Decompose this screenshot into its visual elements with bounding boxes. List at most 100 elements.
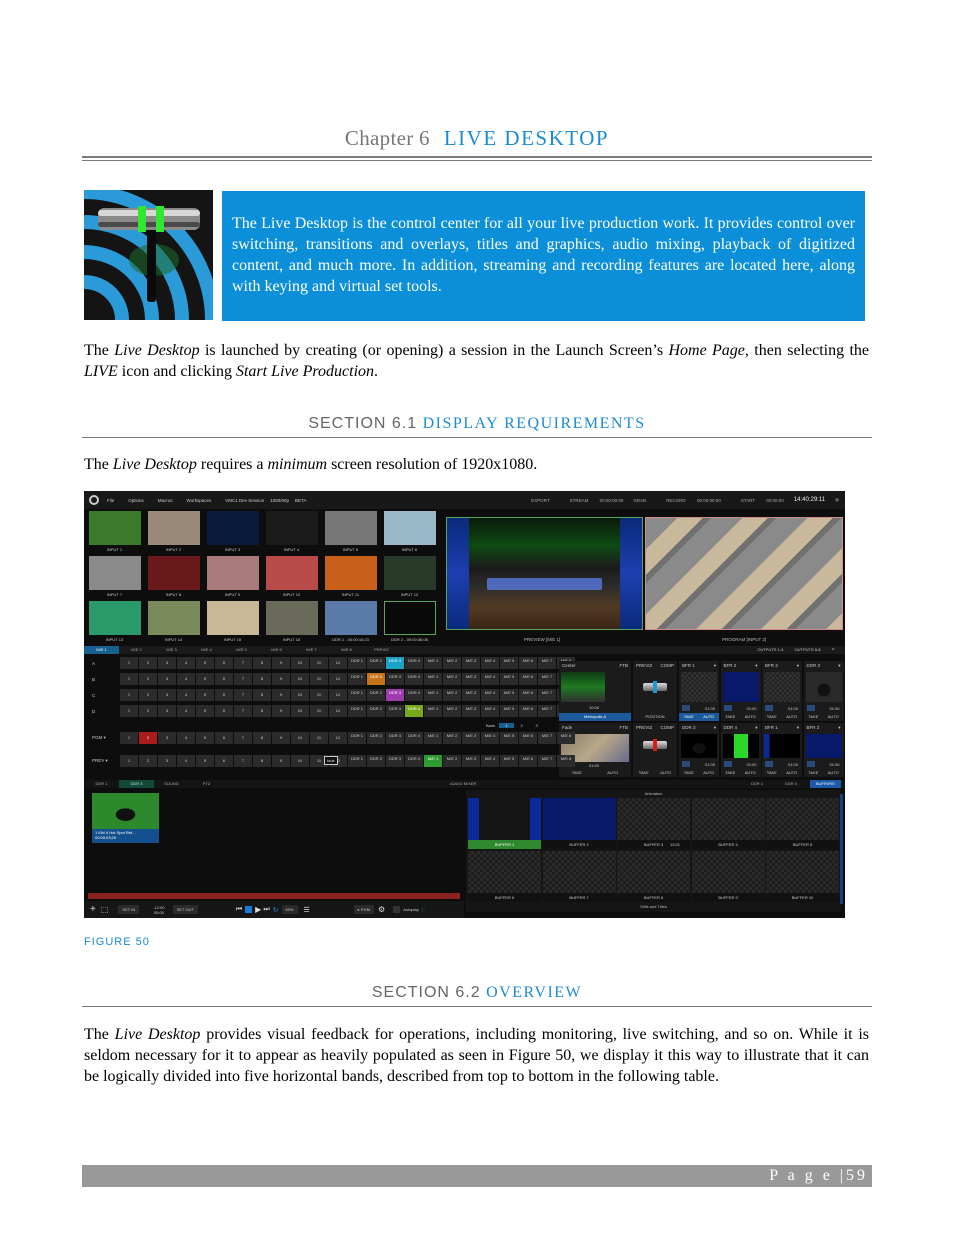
ddr-button[interactable]: DDR 3 <box>386 755 404 767</box>
input-button[interactable]: 10 <box>291 657 309 669</box>
input-button[interactable]: 5 <box>196 657 214 669</box>
input-button[interactable]: 1 <box>120 673 138 685</box>
me-button[interactable]: M/E 2 <box>443 732 461 744</box>
menu-macros[interactable]: Macros <box>158 498 173 503</box>
overlay-source-select[interactable]: DDR 3 <box>807 661 821 671</box>
ddr-button[interactable]: DDR 1 <box>348 755 366 767</box>
input-button[interactable]: 8 <box>253 732 271 744</box>
overlay-source-select[interactable]: BFR 2 <box>724 661 737 671</box>
multiview-cell[interactable]: INPUT 4 <box>264 511 319 555</box>
overlay-source-select[interactable]: BFR 1 <box>682 661 695 671</box>
multiview-cell[interactable]: INPUT 13 <box>87 601 142 645</box>
undo-icon[interactable]: ↶ <box>832 647 835 652</box>
input-button[interactable]: 10 <box>291 689 309 701</box>
input-button[interactable]: 8 <box>253 673 271 685</box>
multiview-cell[interactable]: INPUT 10 <box>264 556 319 600</box>
multiview-cell[interactable]: INPUT 6 <box>382 511 437 555</box>
me-button[interactable]: M/E 3 <box>462 705 480 717</box>
me-tab[interactable]: M/E 5 <box>224 646 259 654</box>
overlay-source-select[interactable]: BFR 2 <box>807 723 820 733</box>
overlay-rate[interactable]: 01:00 <box>788 762 798 767</box>
input-button[interactable]: 4 <box>177 705 195 717</box>
me-tab[interactable]: M/E 8 <box>329 646 364 654</box>
ddr-button[interactable]: DDR 1 <box>348 689 366 701</box>
input-button[interactable]: 2 <box>139 732 157 744</box>
me-button[interactable]: M/E 2 <box>443 657 461 669</box>
outputs-5-8-tab[interactable]: OUTPUTS 5-8 <box>795 647 821 652</box>
row-label[interactable]: A <box>92 661 120 666</box>
overlay-rate[interactable]: 01:00 <box>705 706 715 711</box>
input-button[interactable]: 7 <box>234 732 252 744</box>
buffer-slot[interactable]: BUFFER 1 <box>468 798 541 849</box>
me-button[interactable]: M/E 3 <box>462 657 480 669</box>
overlay-rate[interactable]: 01:00 <box>746 706 756 711</box>
input-button[interactable]: 1 <box>120 755 138 767</box>
ddr-button[interactable]: DDR 4 <box>405 689 423 701</box>
input-button[interactable]: 11 <box>310 689 328 701</box>
input-button[interactable]: 9 <box>272 689 290 701</box>
menu-file[interactable]: File <box>107 498 114 503</box>
me-button[interactable]: M/E 6 <box>519 673 537 685</box>
me-button[interactable]: M/E 2 <box>443 705 461 717</box>
overlay-source-select[interactable]: DDR 4 <box>724 723 738 733</box>
input-button[interactable]: 9 <box>272 705 290 717</box>
overlay-key-icon[interactable] <box>682 761 690 767</box>
buffer-slot[interactable]: BUFFER 4 <box>691 798 765 849</box>
me-button[interactable]: M/E 5 <box>500 673 518 685</box>
auto-button[interactable]: AUTO <box>745 713 756 721</box>
me-button[interactable]: M/E 1 <box>424 673 442 685</box>
me-button[interactable]: M/E 5 <box>500 689 518 701</box>
globe-icon[interactable]: ◍ <box>835 497 839 503</box>
me-button[interactable]: M/E 8 <box>557 755 575 767</box>
multiview-cell[interactable]: DDR 1 - 00:00:10;23 <box>323 601 378 645</box>
multiview-cell[interactable]: INPUT 8 <box>146 556 201 600</box>
tab-ddr1[interactable]: DDR 1 <box>84 780 119 788</box>
chevron-down-icon[interactable]: ▾ <box>797 661 799 671</box>
chevron-down-icon[interactable]: ▾ <box>714 723 716 733</box>
me-button[interactable]: M/E 7 <box>538 732 556 744</box>
overlay-key-icon[interactable] <box>765 705 773 711</box>
tab-ptz[interactable]: PTZ <box>189 780 224 788</box>
input-button[interactable]: 12 <box>329 705 347 717</box>
loop-icon[interactable]: ↻ <box>273 906 279 914</box>
ddr-button[interactable]: DDR 1 <box>348 673 366 685</box>
input-button[interactable]: 1 <box>120 657 138 669</box>
overlay-rate[interactable]: 01:00 <box>788 706 798 711</box>
input-button[interactable]: 11 <box>310 657 328 669</box>
ddr-clip[interactable]: 1 Kiki 4 Hot Spot Ref... 00:00:03;29 <box>92 793 159 843</box>
chevron-down-icon[interactable]: ▾ <box>838 661 840 671</box>
input-button[interactable]: 5 <box>196 673 214 685</box>
input-button[interactable]: 5 <box>196 732 214 744</box>
me-button[interactable]: M/E 1 <box>424 689 442 701</box>
ddr-button[interactable]: DDR 4 <box>405 732 423 744</box>
input-button[interactable]: 2 <box>139 689 157 701</box>
position-button[interactable]: POSITION <box>633 713 677 721</box>
auto-button[interactable]: AUTO <box>786 713 797 721</box>
input-button[interactable]: 9 <box>272 657 290 669</box>
input-button[interactable]: 3 <box>158 732 176 744</box>
row-label[interactable]: PREV ▾ <box>92 758 120 764</box>
me-button[interactable]: M/E 5 <box>500 732 518 744</box>
input-button[interactable]: 6 <box>215 689 233 701</box>
overlay-key-icon[interactable] <box>723 761 732 767</box>
input-button[interactable]: 10 <box>291 673 309 685</box>
take-button[interactable]: TAKE <box>684 713 694 721</box>
row-label[interactable]: B <box>92 677 120 682</box>
input-button[interactable]: 2 <box>139 657 157 669</box>
ddr-button[interactable]: DDR 2 <box>367 732 385 744</box>
buffer-slot[interactable]: BUFFER 8 <box>617 851 690 902</box>
multiview-cell[interactable]: INPUT 7 <box>87 556 142 600</box>
input-button[interactable]: 12 <box>329 673 347 685</box>
take-button[interactable]: TAKE <box>808 713 818 721</box>
ddr-button[interactable]: DDR 1 <box>348 705 366 717</box>
me-tab[interactable]: PREVIZ <box>364 646 399 654</box>
take-button[interactable]: TAKE <box>767 769 777 777</box>
export-button[interactable]: EXPORT <box>531 498 549 503</box>
take-button[interactable]: TAKE <box>684 769 694 777</box>
me-button[interactable]: M/E 6 <box>519 732 537 744</box>
info-icon[interactable]: ⓘ <box>421 907 425 913</box>
buffers-scrollbar[interactable] <box>840 794 843 904</box>
chevron-down-icon[interactable]: ▾ <box>838 723 840 733</box>
buffer-slot[interactable]: BUFFER 6 <box>468 851 541 902</box>
input-button[interactable]: 7 <box>234 705 252 717</box>
